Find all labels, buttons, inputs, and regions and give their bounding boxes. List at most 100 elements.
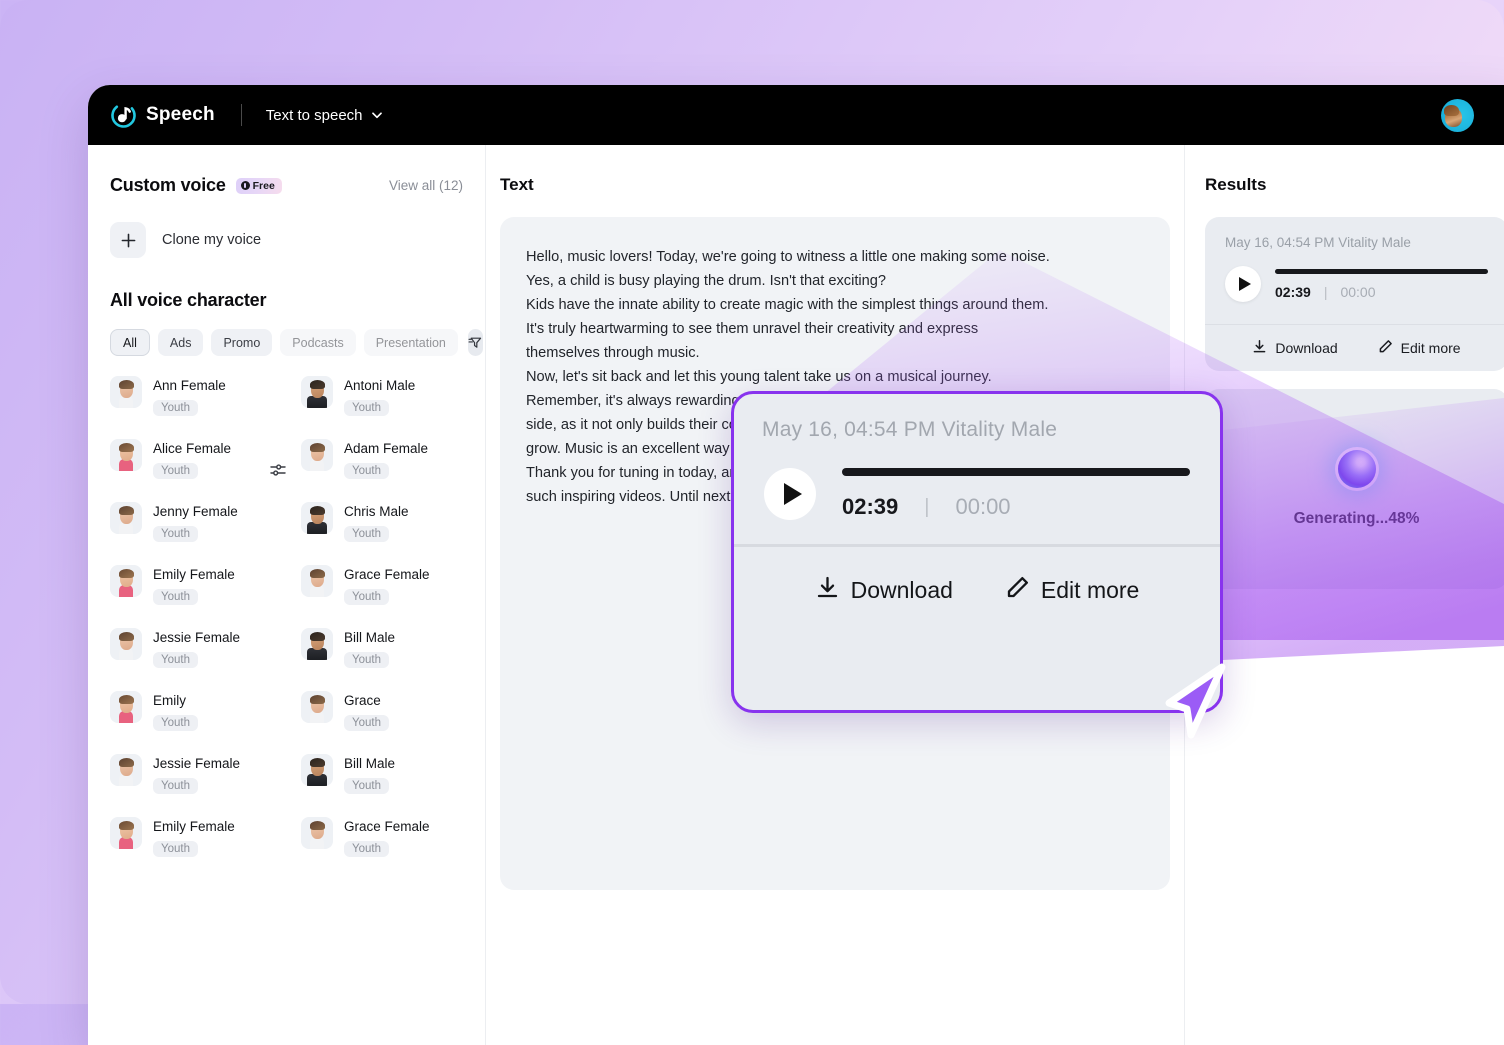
voice-character-item[interactable]: Ann Female Youth	[110, 376, 272, 416]
total-time: 00:00	[955, 494, 1011, 519]
mode-selector-label: Text to speech	[265, 106, 363, 124]
voice-avatar	[110, 628, 142, 660]
download-icon	[1252, 339, 1267, 357]
voice-avatar	[301, 565, 333, 597]
progress-bar[interactable]	[842, 468, 1190, 476]
voice-character-item[interactable]: Grace Youth	[301, 691, 463, 731]
voice-meta: Adam Female Youth	[344, 439, 428, 479]
total-time: 00:00	[1340, 283, 1376, 300]
download-label: Download	[1275, 340, 1338, 356]
voice-tag: Youth	[344, 526, 389, 542]
time-separator: |	[924, 495, 930, 518]
result-card: May 16, 04:54 PM Vitality Male 02:39 | 0…	[1205, 217, 1504, 371]
voice-character-item[interactable]: Grace Female Youth	[301, 565, 463, 605]
voice-tag: Youth	[344, 400, 389, 416]
voice-character-item[interactable]: Jenny Female Youth	[110, 502, 272, 542]
voice-avatar	[301, 376, 333, 408]
voice-row: Emily Female Youth Grace Female Youth	[110, 817, 463, 880]
download-button[interactable]: Download	[815, 575, 953, 606]
voice-meta: Jessie Female Youth	[153, 628, 240, 668]
voice-meta: Jessie Female Youth	[153, 754, 240, 794]
voice-meta: Emily Female Youth	[153, 817, 235, 857]
voice-character-item[interactable]: Bill Male Youth	[301, 754, 463, 794]
avatar[interactable]	[1441, 99, 1474, 132]
play-icon[interactable]	[1225, 266, 1261, 302]
category-chip-ads[interactable]: Ads	[157, 329, 204, 356]
voice-tag: Youth	[153, 715, 198, 731]
voice-name: Grace Female	[344, 567, 430, 582]
voice-avatar	[301, 502, 333, 534]
category-chip-promo[interactable]: Promo	[211, 329, 273, 356]
custom-voice-header: Custom voice Free View all (12)	[110, 145, 463, 196]
voice-avatar	[110, 691, 142, 723]
category-chip-presentation[interactable]: Presentation	[363, 329, 458, 356]
voice-character-item[interactable]: Emily Female Youth	[110, 565, 272, 605]
free-badge-label: Free	[252, 179, 275, 192]
voice-tag: Youth	[153, 589, 198, 605]
voice-name: Emily	[153, 693, 186, 708]
play-triangle	[783, 483, 802, 505]
pencil-icon	[1005, 575, 1030, 606]
play-icon[interactable]	[764, 468, 816, 520]
mouse-pointer-icon	[1165, 663, 1226, 739]
current-time: 02:39	[842, 494, 899, 519]
time-separator: |	[1323, 283, 1328, 300]
voice-meta: Grace Youth	[344, 691, 389, 731]
mode-selector[interactable]: Text to speech	[265, 106, 382, 124]
result-card-actions: Download Edit more	[1205, 324, 1504, 371]
voice-avatar	[301, 691, 333, 723]
voice-name: Grace	[344, 693, 381, 708]
clone-my-voice-label: Clone my voice	[162, 232, 262, 248]
voice-name: Adam Female	[344, 441, 429, 456]
voice-character-item[interactable]: Alice Female Youth	[110, 439, 272, 479]
voice-row: Jessie Female Youth Bill Male Youth	[110, 754, 463, 817]
brand-logo-group[interactable]: Speech	[110, 102, 215, 129]
voice-character-item[interactable]: Antoni Male Youth	[301, 376, 463, 416]
voice-character-item[interactable]: Jessie Female Youth	[110, 628, 272, 668]
download-button[interactable]: Download	[1252, 339, 1338, 357]
page-title: Text	[500, 175, 534, 194]
edit-more-button[interactable]: Edit more	[1378, 339, 1461, 357]
voice-character-item[interactable]: Chris Male Youth	[301, 502, 463, 542]
filter-funnel-icon[interactable]	[467, 329, 483, 356]
music-note-circle-icon	[110, 102, 137, 129]
category-chip-podcasts[interactable]: Podcasts	[280, 329, 356, 356]
voice-character-item[interactable]: Adam Female Youth	[301, 439, 463, 479]
current-time: 02:39	[1275, 283, 1311, 300]
voice-tag: Youth	[153, 526, 198, 542]
voice-row: Alice Female Youth Adam Female Youth	[110, 439, 463, 502]
generating-card: Generating...48%	[1205, 389, 1504, 589]
sliders-icon[interactable]	[269, 461, 287, 479]
callout-progress-group: 02:39 | 00:00	[842, 468, 1190, 520]
voice-avatar	[110, 502, 142, 534]
edit-more-button[interactable]: Edit more	[1005, 575, 1139, 606]
voice-meta: Antoni Male Youth	[344, 376, 415, 416]
voice-character-item[interactable]: Bill Male Youth	[301, 628, 463, 668]
script-line: Kids have the innate ability to create m…	[526, 297, 1049, 313]
voice-tag: Youth	[344, 841, 389, 857]
voice-avatar	[110, 565, 142, 597]
category-chip-all[interactable]: All	[110, 329, 150, 356]
custom-voice-title: Custom voice	[110, 175, 226, 195]
status-badge: Free	[235, 177, 282, 194]
voice-avatar	[110, 754, 142, 786]
time-row: 02:39 | 00:00	[1275, 284, 1488, 300]
voice-character-item[interactable]: Emily Youth	[110, 691, 272, 731]
voice-character-item[interactable]: Jessie Female Youth	[110, 754, 272, 794]
clone-my-voice-button[interactable]: Clone my voice	[110, 222, 463, 258]
generating-status: Generating...48%	[1293, 510, 1420, 527]
download-label: Download	[850, 577, 953, 603]
voice-character-item[interactable]: Grace Female Youth	[301, 817, 463, 857]
script-line: themselves through music.	[526, 345, 700, 361]
voice-name: Emily Female	[153, 819, 235, 834]
voice-character-item[interactable]: Emily Female Youth	[110, 817, 272, 857]
edit-more-label: Edit more	[1400, 340, 1461, 356]
progress-bar[interactable]	[1275, 268, 1488, 274]
voice-tag: Youth	[153, 463, 198, 479]
voice-tag: Youth	[344, 463, 389, 479]
results-panel: Results May 16, 04:54 PM Vitality Male 0…	[1184, 145, 1504, 1045]
voice-row: Jenny Female Youth Chris Male Youth	[110, 502, 463, 565]
voice-meta: Jenny Female Youth	[153, 502, 238, 542]
view-all-link[interactable]: View all (12)	[389, 178, 463, 193]
script-line: It's truly heartwarming to see them unra…	[526, 321, 979, 337]
